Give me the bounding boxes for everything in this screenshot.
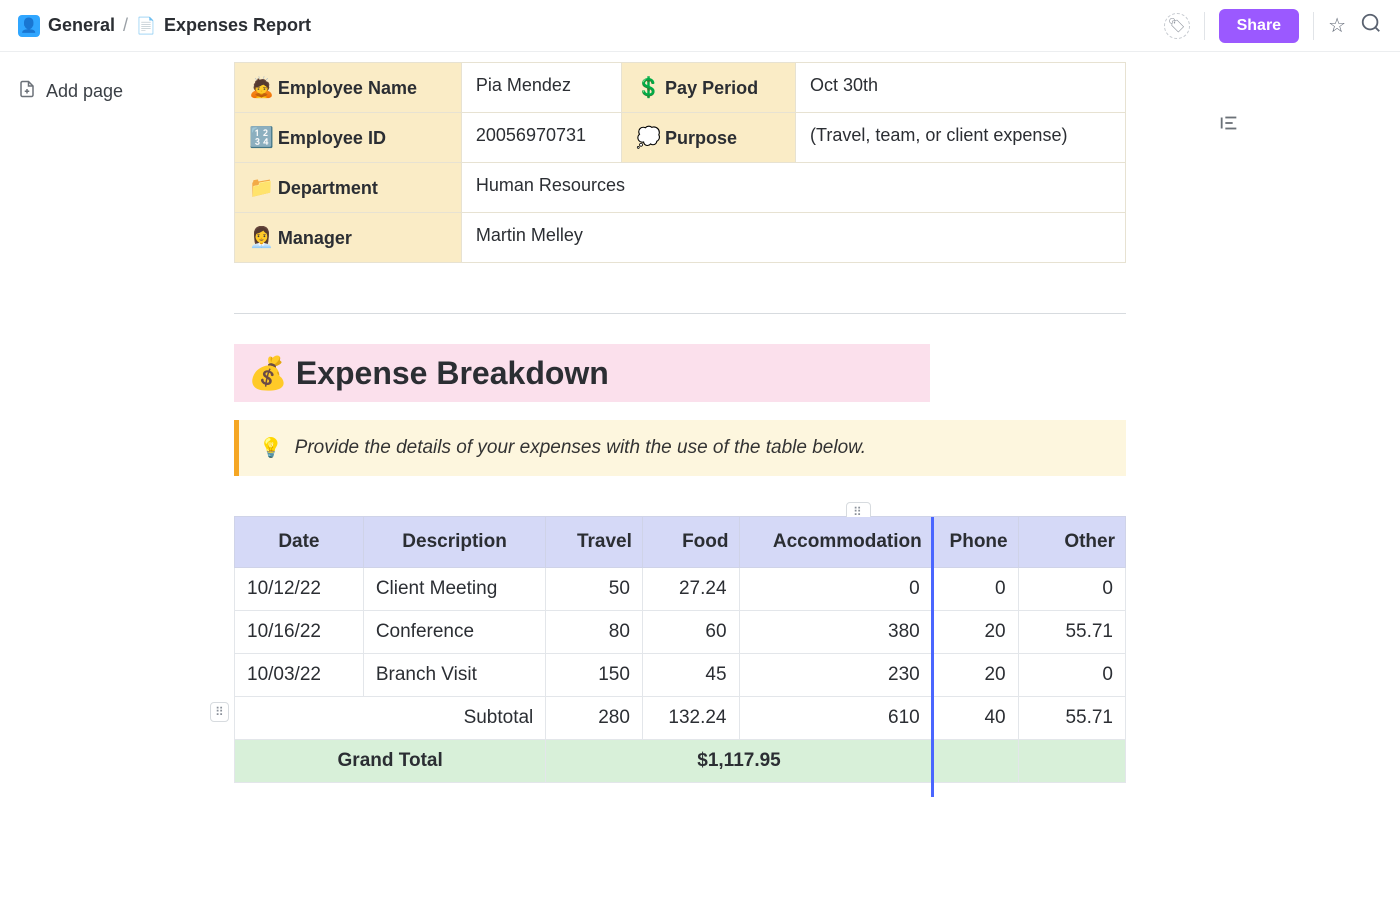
col-date[interactable]: Date [235,517,364,568]
breadcrumb-separator: / [123,15,128,36]
topbar: 👤 General / 📄 Expenses Report 🏷 Share ☆ [0,0,1400,52]
subtotal-row[interactable]: Subtotal 280 132.24 610 40 55.71 [235,697,1126,740]
outline-icon[interactable] [1218,117,1240,139]
left-sidebar: Add page [0,52,230,823]
cell-phone[interactable]: 20 [932,654,1018,697]
tag-icon[interactable]: 🏷 [1164,13,1190,39]
info-label-manager[interactable]: 👩‍💼Manager [235,213,462,263]
info-value-purpose[interactable]: (Travel, team, or client expense) [796,113,1126,163]
section-title-text: Expense Breakdown [296,355,609,392]
cell-travel[interactable]: 80 [546,611,643,654]
cell-date[interactable]: 10/12/22 [235,568,364,611]
grand-total-empty[interactable] [932,740,1018,783]
cell-other[interactable]: 0 [1018,654,1125,697]
table-row: 📁Department Human Resources [235,163,1126,213]
info-table: 🙇Employee Name Pia Mendez 💲Pay Period Oc… [234,62,1126,263]
doc-icon: 📄 [136,16,156,36]
search-icon[interactable] [1360,12,1382,40]
cell-other[interactable]: 55.71 [1018,611,1125,654]
topbar-actions: 🏷 Share ☆ [1164,9,1382,43]
subtotal-phone[interactable]: 40 [932,697,1018,740]
table-row[interactable]: 10/03/22 Branch Visit 150 45 230 20 0 [235,654,1126,697]
divider [1204,12,1205,40]
col-description[interactable]: Description [363,517,545,568]
divider [1313,12,1314,40]
cell-phone[interactable]: 20 [932,611,1018,654]
lightbulb-icon: 💡 [259,436,283,460]
info-label-employee-name[interactable]: 🙇Employee Name [235,63,462,113]
cell-travel[interactable]: 50 [546,568,643,611]
info-label-employee-id[interactable]: 🔢Employee ID [235,113,462,163]
subtotal-food[interactable]: 132.24 [642,697,739,740]
col-food[interactable]: Food [642,517,739,568]
grand-total-value[interactable]: $1,117.95 [546,740,932,783]
table-row: 🙇Employee Name Pia Mendez 💲Pay Period Oc… [235,63,1126,113]
table-row[interactable]: 10/16/22 Conference 80 60 380 20 55.71 [235,611,1126,654]
info-value-department[interactable]: Human Resources [461,163,1125,213]
col-travel[interactable]: Travel [546,517,643,568]
add-page-label: Add page [46,81,123,102]
cell-accommodation[interactable]: 0 [739,568,932,611]
section-title[interactable]: 💰 Expense Breakdown [234,344,930,402]
cell-description[interactable]: Branch Visit [363,654,545,697]
grand-total-label[interactable]: Grand Total [235,740,546,783]
info-value-pay-period[interactable]: Oct 30th [796,63,1126,113]
cell-travel[interactable]: 150 [546,654,643,697]
cell-date[interactable]: 10/03/22 [235,654,364,697]
breadcrumb: 👤 General / 📄 Expenses Report [18,15,311,37]
add-page-button[interactable]: Add page [18,80,212,103]
table-header-row: Date Description Travel Food Accommodati… [235,517,1126,568]
cell-food[interactable]: 27.24 [642,568,739,611]
subtotal-other[interactable]: 55.71 [1018,697,1125,740]
divider [234,313,1126,314]
cell-other[interactable]: 0 [1018,568,1125,611]
cell-description[interactable]: Client Meeting [363,568,545,611]
table-row[interactable]: 10/12/22 Client Meeting 50 27.24 0 0 0 [235,568,1126,611]
info-value-manager[interactable]: Martin Melley [461,213,1125,263]
breadcrumb-workspace[interactable]: General [48,15,115,36]
grand-total-empty[interactable] [1018,740,1125,783]
grand-total-row[interactable]: Grand Total $1,117.95 [235,740,1126,783]
cell-phone[interactable]: 0 [932,568,1018,611]
cell-food[interactable]: 60 [642,611,739,654]
cell-description[interactable]: Conference [363,611,545,654]
cell-food[interactable]: 45 [642,654,739,697]
money-bag-icon: 💰 [248,354,288,392]
info-value-employee-id[interactable]: 20056970731 [461,113,621,163]
add-page-icon [18,80,36,103]
cell-accommodation[interactable]: 380 [739,611,932,654]
expense-table-wrap: ⠿ ⠿ Date Description Travel Food Accommo… [234,516,1126,783]
info-label-purpose[interactable]: 💭Purpose [622,113,796,163]
share-button[interactable]: Share [1219,9,1299,43]
breadcrumb-doc-title[interactable]: Expenses Report [164,15,311,36]
star-icon[interactable]: ☆ [1328,13,1346,38]
cell-accommodation[interactable]: 230 [739,654,932,697]
row-drag-handle-icon[interactable]: ⠿ [210,702,229,722]
subtotal-accommodation[interactable]: 610 [739,697,932,740]
column-resizer[interactable] [931,517,934,797]
info-label-pay-period[interactable]: 💲Pay Period [622,63,796,113]
document: 🙇Employee Name Pia Mendez 💲Pay Period Oc… [230,52,1130,823]
callout[interactable]: 💡 Provide the details of your expenses w… [234,420,1126,476]
right-panel [1200,52,1400,823]
subtotal-label[interactable]: Subtotal [235,697,546,740]
col-other[interactable]: Other [1018,517,1125,568]
table-row: 🔢Employee ID 20056970731 💭Purpose (Trave… [235,113,1126,163]
cell-date[interactable]: 10/16/22 [235,611,364,654]
table-row: 👩‍💼Manager Martin Melley [235,213,1126,263]
info-label-department[interactable]: 📁Department [235,163,462,213]
subtotal-travel[interactable]: 280 [546,697,643,740]
col-phone[interactable]: Phone [932,517,1018,568]
expense-table: Date Description Travel Food Accommodati… [234,516,1126,783]
callout-text: Provide the details of your expenses wit… [295,437,866,459]
workspace-icon[interactable]: 👤 [18,15,40,37]
col-accommodation[interactable]: Accommodation [739,517,932,568]
info-value-employee-name[interactable]: Pia Mendez [461,63,621,113]
